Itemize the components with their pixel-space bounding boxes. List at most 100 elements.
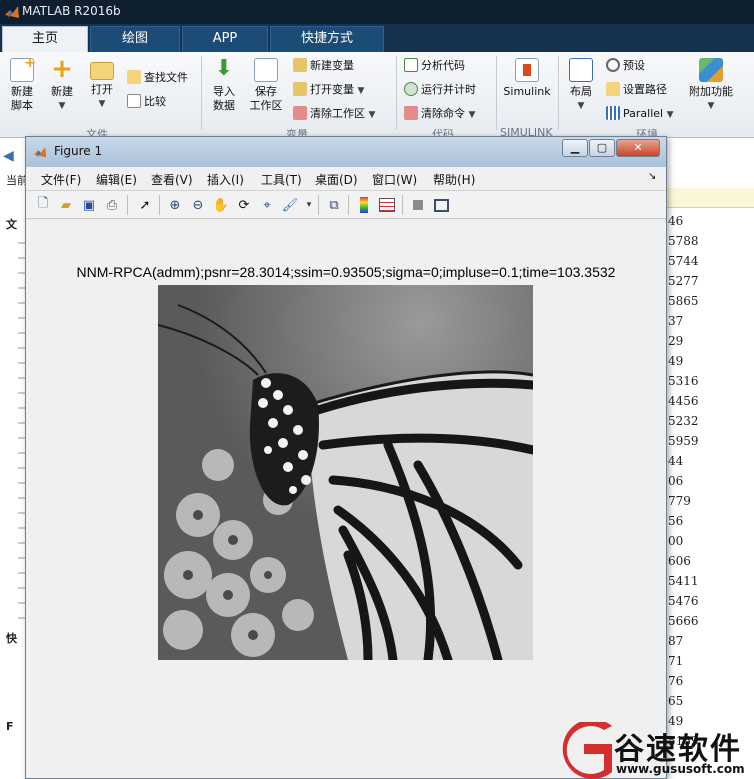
pointer-icon[interactable]: ➚ — [136, 196, 154, 214]
menu-edit[interactable]: 编辑(E) — [96, 171, 137, 188]
zoom-out-icon[interactable]: ⊖ — [189, 196, 207, 214]
dock-arrow-icon[interactable]: ↘ — [648, 171, 656, 182]
zoom-in-icon[interactable]: ⊕ — [166, 196, 184, 214]
folder-icon — [90, 62, 114, 80]
save-workspace-label: 保存 工作区 — [249, 85, 283, 112]
layout-icon — [569, 58, 593, 82]
menu-file[interactable]: 文件(F) — [41, 171, 81, 188]
tab-plots[interactable]: 绘图 — [90, 26, 180, 52]
folder-icon — [606, 82, 620, 96]
import-data-label: 导入 数据 — [213, 85, 235, 112]
clear-commands-label: 清除命令 — [421, 107, 465, 120]
pan-hand-icon[interactable]: ✋ — [212, 196, 230, 214]
parallel-bars-icon — [606, 106, 620, 120]
legend-icon[interactable] — [378, 196, 396, 214]
save-icon[interactable]: ▣ — [80, 196, 98, 214]
command-output-value: 49 — [668, 354, 684, 368]
menu-tools[interactable]: 工具(T) — [261, 171, 302, 188]
command-output-value: 00 — [668, 534, 684, 548]
preferences-label: 预设 — [623, 59, 645, 72]
find-files-button[interactable]: 查找文件 — [127, 70, 188, 86]
clear-workspace-button[interactable]: 清除工作区 ▼ — [293, 106, 375, 123]
parallel-label: Parallel — [623, 107, 664, 120]
new-script-button[interactable]: + 新建 脚本 — [4, 56, 40, 113]
maximize-button[interactable]: ▢ — [589, 139, 615, 157]
gear-icon — [606, 58, 620, 72]
cubes-icon — [699, 58, 723, 82]
print-icon[interactable]: ⎙ — [103, 196, 121, 214]
new-variable-label: 新建变量 — [310, 59, 354, 72]
open-variable-button[interactable]: 打开变量 ▼ — [293, 82, 364, 99]
new-variable-button[interactable]: 新建变量 — [293, 58, 354, 74]
tab-apps[interactable]: APP — [182, 26, 268, 52]
command-window-partial: 46 5788 5744 5277 5865 37 29 49 5316 4456 5232 5959… — [660, 138, 754, 779]
command-output-value: 5788 — [668, 234, 699, 248]
parallel-button[interactable]: Parallel ▼ — [606, 106, 674, 123]
figure-title-bar[interactable]: Figure 1 ▁ ▢ ✕ — [26, 137, 666, 167]
toolbar-divider — [159, 195, 160, 215]
command-output-value: 5959 — [668, 434, 699, 448]
minimize-button[interactable]: ▁ — [562, 139, 588, 157]
data-cursor-icon[interactable]: ⌖ — [258, 196, 276, 214]
new-figure-icon[interactable]: 🗋 — [34, 196, 52, 214]
section-label: 文 — [6, 218, 17, 231]
menu-help[interactable]: 帮助(H) — [433, 171, 475, 188]
clear-commands-button[interactable]: 清除命令 ▼ — [404, 106, 475, 123]
figure-canvas[interactable]: NNM-RPCA(admm);psnr=28.3014;ssim=0.93505… — [26, 220, 666, 778]
butterfly-image[interactable] — [158, 285, 533, 660]
colorbar-icon[interactable] — [355, 196, 373, 214]
open-variable-icon — [293, 82, 307, 96]
rotate-3d-icon[interactable]: ⟳ — [235, 196, 253, 214]
simulink-button[interactable]: Simulink — [502, 58, 552, 99]
link-plot-icon[interactable]: ⧉ — [325, 196, 343, 214]
layout-button[interactable]: 布局 ▼ — [564, 58, 598, 113]
open-variable-label: 打开变量 — [310, 83, 354, 96]
analyze-code-button[interactable]: 分析代码 — [404, 58, 465, 74]
command-output-value: 606 — [668, 554, 691, 568]
section-label: 快 — [6, 632, 17, 645]
preferences-button[interactable]: 预设 — [606, 58, 645, 74]
back-arrow-icon[interactable]: ◀ — [3, 148, 14, 164]
open-file-icon[interactable]: ▰ — [57, 196, 75, 214]
section-label: F — [6, 720, 14, 733]
command-output-value: 5316 — [668, 374, 699, 388]
command-output-value: 76 — [668, 674, 684, 688]
new-label: 新建 — [51, 85, 73, 98]
plus-icon: + — [51, 54, 73, 84]
eraser-icon — [293, 106, 307, 120]
command-output-value: 5666 — [668, 614, 699, 628]
tab-home[interactable]: 主页 — [2, 26, 88, 52]
command-output-value: 5476 — [668, 594, 699, 608]
ribbon-tab-strip: 主页 绘图 APP 快捷方式 — [0, 24, 754, 52]
toolbar-divider — [402, 195, 403, 215]
close-button[interactable]: ✕ — [616, 139, 660, 157]
hide-plot-tools-icon[interactable] — [409, 196, 427, 214]
menu-insert[interactable]: 插入(I) — [207, 171, 244, 188]
import-arrow-icon: ⬇ — [214, 56, 234, 81]
menu-desktop[interactable]: 桌面(D) — [315, 171, 358, 188]
command-output-value: 65 — [668, 694, 684, 708]
brush-icon[interactable]: 🖌 — [281, 196, 299, 214]
import-data-button[interactable]: ⬇ 导入 数据 — [206, 58, 242, 113]
figure-title: Figure 1 — [54, 144, 103, 158]
menu-view[interactable]: 查看(V) — [151, 171, 193, 188]
show-plot-tools-icon[interactable] — [432, 196, 450, 214]
open-button[interactable]: 打开 ▼ — [84, 58, 120, 111]
addons-button[interactable]: 附加功能 ▼ — [686, 58, 736, 113]
set-path-button[interactable]: 设置路径 — [606, 82, 667, 98]
checklist-icon — [404, 58, 418, 72]
command-output-value: 06 — [668, 474, 684, 488]
compare-button[interactable]: 比较 — [127, 94, 166, 110]
workspace-grid-icon — [254, 58, 278, 82]
run-and-time-button[interactable]: 运行并计时 — [404, 82, 476, 98]
save-workspace-button[interactable]: 保存 工作区 — [246, 58, 286, 113]
tab-shortcuts[interactable]: 快捷方式 — [270, 26, 384, 52]
compare-label: 比较 — [144, 95, 166, 108]
eraser-icon — [404, 106, 418, 120]
watermark-url: www.gususoft.com — [616, 762, 745, 776]
app-title: MATLAB R2016b — [22, 4, 121, 18]
menu-window[interactable]: 窗口(W) — [372, 171, 417, 188]
watermark: 谷速软件 www.gususoft.com — [554, 719, 754, 779]
new-button[interactable]: + 新建 ▼ — [46, 54, 78, 113]
chevron-down-icon[interactable]: ▾ — [300, 196, 318, 214]
